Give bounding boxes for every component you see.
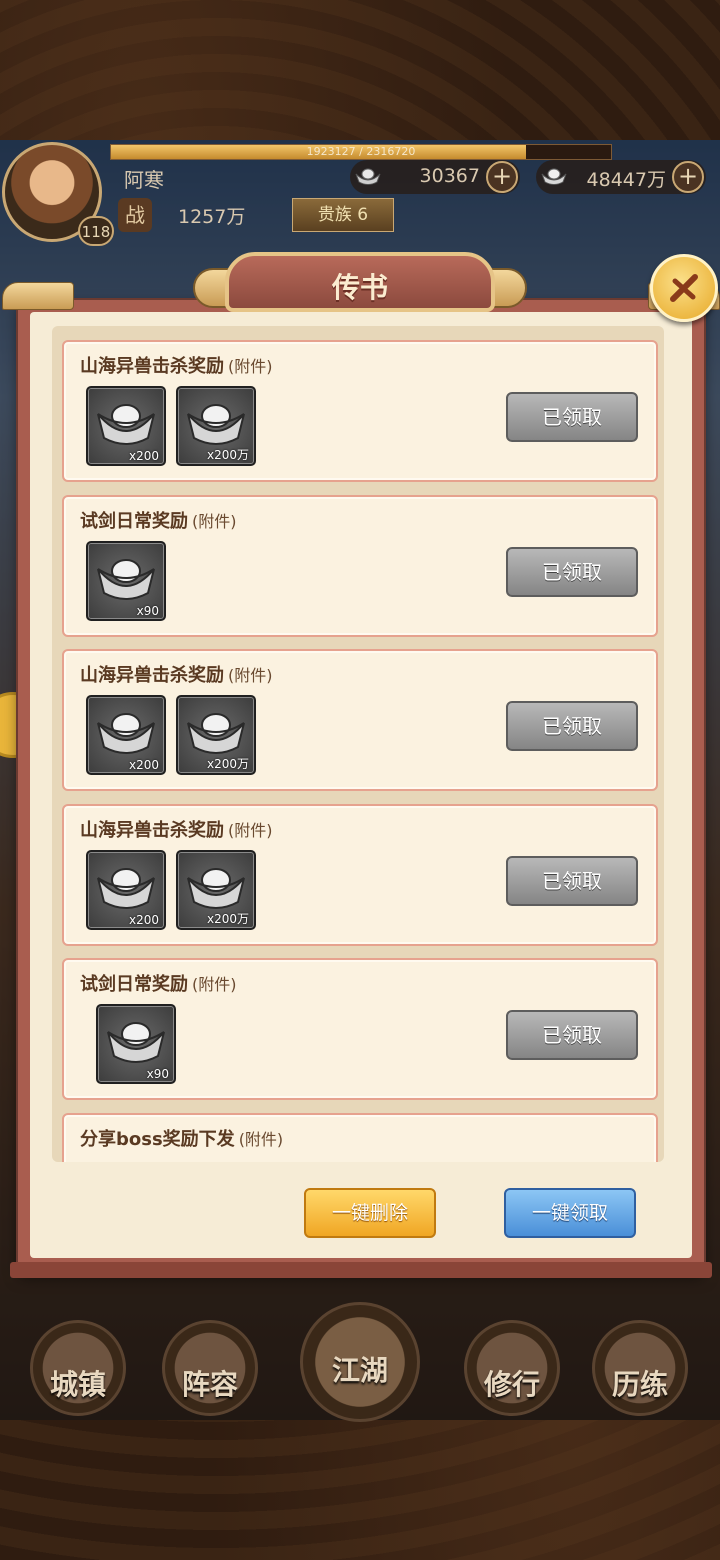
ingot-icon [541, 168, 567, 185]
silver-currency: 30367 + [350, 160, 520, 194]
top-hud: 118 1923127 / 2316720 阿寒 30367 + 48447万 … [0, 140, 720, 246]
silver-ingot-icon [187, 713, 245, 754]
reward-item-quantity: x90 [146, 1067, 169, 1081]
claimed-button[interactable]: 已领取 [506, 701, 638, 751]
mail-card[interactable]: 分享boss奖励下发 (附件) [62, 1112, 658, 1162]
claimed-button[interactable]: 已领取 [506, 1010, 638, 1060]
mail-title: 分享boss奖励下发 (附件) [80, 1125, 283, 1151]
claim-all-button[interactable]: 一键领取 [504, 1188, 636, 1238]
bottom-nav: 城镇 阵容 江湖 修行 历练 [0, 1300, 720, 1422]
mail-title-text: 山海异兽击杀奖励 [80, 356, 224, 377]
reward-item-slot[interactable]: x90 [86, 540, 166, 621]
exp-text: 1923127 / 2316720 [306, 145, 416, 158]
silver-ingot-icon [187, 867, 245, 909]
mail-title: 山海异兽击杀奖励 (附件) [80, 816, 273, 842]
mail-list[interactable]: 山海异兽击杀奖励 (附件) x200 x200万 已领取 试剑日常奖励 (附件) x90 已领取… [52, 326, 664, 1162]
reward-item-quantity: x200 [128, 449, 159, 463]
nav-cultivate[interactable]: 修行 [464, 1320, 560, 1416]
reward-item-quantity: x200 [128, 912, 159, 927]
dialog-bottom-rod [10, 1262, 712, 1278]
reward-item-slot[interactable]: x200万 [176, 386, 256, 466]
nav-jianghu-label: 江湖 [331, 1354, 388, 1387]
silver-ingot-icon [107, 1022, 165, 1063]
reward-item-slot[interactable]: x200 [86, 386, 166, 466]
mail-card[interactable]: 试剑日常奖励 (附件) x90 已领取 [62, 958, 658, 1100]
mail-card[interactable]: 山海异兽击杀奖励 (附件) x200 x200万 已领取 [62, 340, 658, 482]
mail-card[interactable]: 山海异兽击杀奖励 (附件) x200 x200万 已领取 [62, 803, 658, 946]
nav-lineup[interactable]: 阵容 [162, 1320, 258, 1416]
claimed-button[interactable]: 已领取 [506, 392, 638, 442]
mail-attachment-tag: (附件) [192, 511, 237, 531]
dialog-corner-ornament-left [2, 282, 74, 310]
mail-title: 试剑日常奖励 (附件) [80, 970, 237, 996]
reward-item-slot[interactable]: x200 [86, 695, 166, 775]
mail-attachment-tag: (附件) [228, 820, 273, 840]
reward-item-quantity: x200万 [206, 448, 249, 462]
mail-attachment-tag: (附件) [228, 357, 273, 376]
close-button[interactable] [650, 254, 718, 322]
mail-title-text: 分享boss奖励下发 [80, 1128, 235, 1150]
mail-attachment-tag: (附件) [228, 666, 273, 685]
silver-ingot-icon [97, 404, 155, 445]
silver-ingot-icon [97, 558, 155, 600]
player-level-badge: 118 [78, 216, 114, 246]
reward-item-slot[interactable]: x90 [96, 1004, 176, 1084]
reward-item-slot[interactable]: x200万 [176, 849, 256, 930]
dialog-title-plaque: 传书 [225, 252, 495, 312]
nav-town[interactable]: 城镇 [30, 1320, 126, 1416]
mail-card[interactable]: 山海异兽击杀奖励 (附件) x200 x200万 已领取 [62, 649, 658, 791]
nav-cultivate-label: 修行 [483, 1368, 540, 1401]
claimed-button[interactable]: 已领取 [506, 855, 638, 906]
nav-lineup-label: 阵容 [181, 1368, 238, 1401]
reward-item-quantity: x90 [136, 603, 159, 618]
ingot-amount: 48447万 [586, 169, 666, 191]
power-value: 1257万 [178, 206, 246, 228]
silver-amount: 30367 [419, 165, 480, 187]
reward-item-quantity: x200 [128, 758, 159, 772]
nav-training-label: 历练 [611, 1368, 668, 1401]
reward-item-slot[interactable]: x200万 [176, 695, 256, 775]
mail-title-text: 试剑日常奖励 [80, 974, 188, 995]
silver-ingot-icon [97, 713, 155, 754]
mail-title: 山海异兽击杀奖励 (附件) [80, 352, 273, 378]
mail-title-text: 山海异兽击杀奖励 [80, 819, 224, 841]
mail-title: 试剑日常奖励 (附件) [80, 507, 237, 533]
noble-badge[interactable]: 贵族 6 [292, 198, 394, 232]
nav-training[interactable]: 历练 [592, 1320, 688, 1416]
close-icon [670, 274, 698, 302]
nav-town-label: 城镇 [49, 1368, 106, 1401]
mail-title: 山海异兽击杀奖励 (附件) [80, 661, 273, 687]
mail-title-text: 试剑日常奖励 [80, 510, 188, 532]
mail-card[interactable]: 试剑日常奖励 (附件) x90 已领取 [62, 494, 658, 637]
add-silver-button[interactable]: + [486, 161, 518, 193]
reward-item-quantity: x200万 [206, 757, 249, 771]
player-name: 阿寒 [124, 168, 164, 192]
mail-title-text: 山海异兽击杀奖励 [80, 665, 224, 686]
nav-jianghu[interactable]: 江湖 [300, 1302, 420, 1422]
dialog-title: 传书 [331, 271, 388, 304]
reward-item-quantity: x200万 [206, 911, 249, 926]
delete-all-button[interactable]: 一键删除 [304, 1188, 436, 1238]
silver-ingot-icon [187, 404, 245, 445]
power-icon: 战 [118, 198, 152, 232]
silver-ingot-icon [97, 867, 155, 909]
claimed-button[interactable]: 已领取 [506, 546, 638, 597]
exp-bar: 1923127 / 2316720 [110, 144, 612, 160]
ingot-currency: 48447万 + [536, 160, 706, 194]
add-ingot-button[interactable]: + [672, 161, 704, 193]
mail-attachment-tag: (附件) [238, 1129, 284, 1149]
mail-attachment-tag: (附件) [192, 975, 237, 994]
silver-ingot-icon [355, 168, 381, 185]
reward-item-slot[interactable]: x200 [86, 849, 166, 930]
